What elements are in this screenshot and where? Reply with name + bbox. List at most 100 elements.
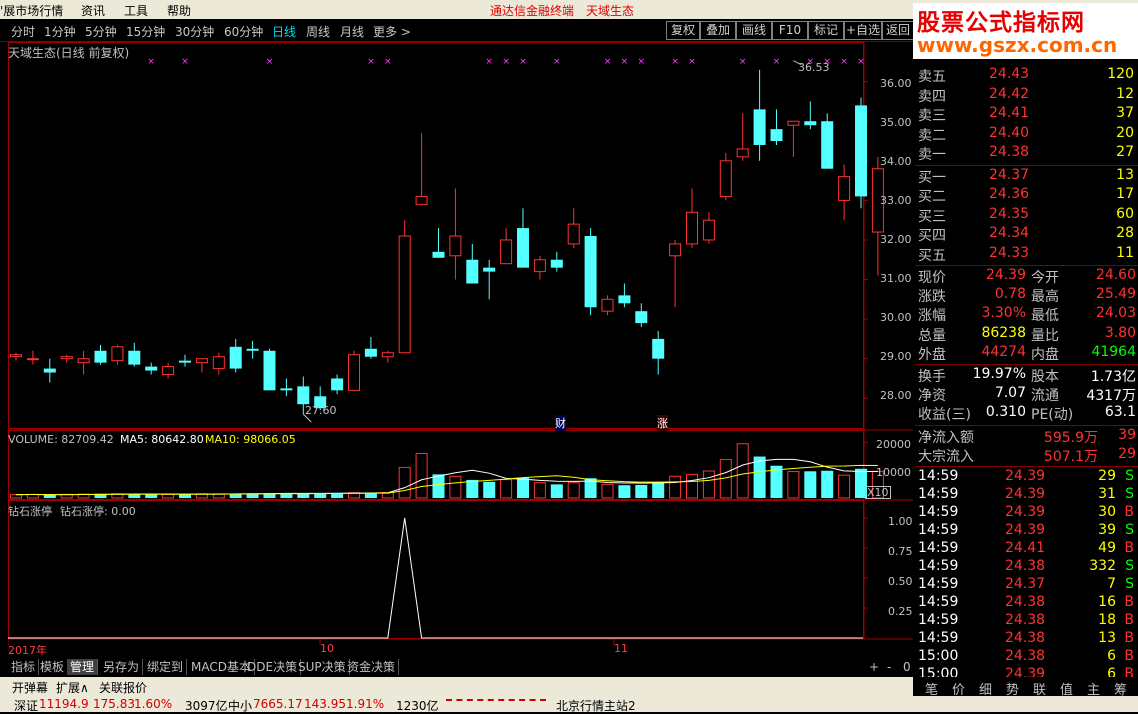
tick-price: 24.38 xyxy=(1005,629,1046,646)
overlay-button[interactable]: 叠加 xyxy=(700,21,736,40)
add-favorite-button[interactable]: +自选 xyxy=(844,21,882,40)
candle-body xyxy=(263,350,276,391)
stat-label: 股本 xyxy=(1031,369,1059,385)
stat-label: 换手 xyxy=(918,369,946,385)
menu-news[interactable]: 资讯 xyxy=(81,2,105,19)
tick-time: 15:00 xyxy=(918,647,959,664)
menu-tools[interactable]: 工具 xyxy=(124,2,148,19)
period-weekly[interactable]: 周线 xyxy=(306,23,330,40)
quote-row: 买三 24.35 60 xyxy=(915,206,1138,225)
period-daily[interactable]: 日线 xyxy=(272,23,296,40)
danmaku-button[interactable]: 开弹幕 xyxy=(12,679,48,696)
ask-level-label: 卖四 xyxy=(918,88,946,105)
candle-body xyxy=(415,195,428,205)
draw-line-button[interactable]: 画线 xyxy=(736,21,772,40)
related-quote-button[interactable]: 关联报价 xyxy=(99,679,147,696)
stat-value: 24.60 xyxy=(1095,267,1136,283)
ask-price: 24.42 xyxy=(989,85,1030,102)
period-30min[interactable]: 30分钟 xyxy=(175,23,214,40)
kline-chart[interactable]: × × × × × × × × × × × × × × × × × × × × xyxy=(8,42,913,657)
quote-tab-bar: 笔 价 细 势 联 值 主 筹 xyxy=(913,677,1138,698)
quote-divider xyxy=(915,465,1138,467)
tick-price: 24.39 xyxy=(1005,467,1046,484)
period-5min[interactable]: 5分钟 xyxy=(85,23,117,40)
reset-button[interactable]: 0 xyxy=(900,659,914,675)
tick-time: 14:59 xyxy=(918,611,959,628)
tab-bind-to[interactable]: 绑定到 xyxy=(144,659,188,675)
menu-market[interactable]: '展市场行情 xyxy=(0,2,63,19)
tick-price: 24.39 xyxy=(1005,503,1046,520)
stat-value: 24.03 xyxy=(1095,305,1136,322)
ask-level-label: 卖一 xyxy=(918,147,946,163)
quote-divider xyxy=(915,424,1138,426)
tab-save-as[interactable]: 另存为 xyxy=(100,659,144,675)
ma10-label: MA10: 98066.05 xyxy=(205,433,296,446)
candle-body xyxy=(669,243,682,257)
tab-sup[interactable]: SUP决策 xyxy=(295,659,350,675)
bid-volume: 28 xyxy=(1116,225,1134,241)
menu-help[interactable]: 帮助 xyxy=(167,2,191,19)
quote-row: 卖二 24.40 20 xyxy=(915,125,1138,144)
period-monthly[interactable]: 月线 xyxy=(340,23,364,40)
volume-bar xyxy=(838,474,851,499)
flow-value: 595.9万 xyxy=(1043,429,1098,446)
tick-volume: 332 xyxy=(1089,557,1116,574)
signal-marker: × xyxy=(604,57,612,67)
candle-body xyxy=(533,259,546,273)
tick-volume: 13 xyxy=(1098,629,1116,646)
ask-volume: 27 xyxy=(1116,144,1134,160)
stat-label: 最低 xyxy=(1031,308,1059,325)
stat-value: 86238 xyxy=(981,324,1026,341)
flow-pct: 29 xyxy=(1118,445,1136,462)
volume-bar xyxy=(415,452,428,499)
tab-dde[interactable]: DDE决策 xyxy=(244,659,302,675)
signal-marker: × xyxy=(502,57,510,67)
ma5-label: MA5: 80642.80 xyxy=(120,433,204,446)
volume-bar xyxy=(466,479,479,498)
quote-row: 14:59 24.39 31 S xyxy=(915,486,1138,504)
sz-index-value: 11194.9 xyxy=(39,697,89,711)
tab-indicator[interactable]: 指标 xyxy=(8,659,40,675)
price-panel-frame xyxy=(8,42,864,429)
server-status[interactable]: 北京行情主站2 xyxy=(556,697,636,714)
price-tick: 28.00 xyxy=(880,389,912,402)
tab-capital[interactable]: 资金决策 xyxy=(344,659,400,675)
zoom-in-button[interactable]: + xyxy=(866,659,882,675)
chart-area[interactable]: × × × × × × × × × × × × × × × × × × × × 天域生态(日线 前复权) VOLUME… xyxy=(8,42,913,657)
stat-value: 24.39 xyxy=(985,267,1026,283)
quote-row: 14:59 24.38 13 B xyxy=(915,630,1138,648)
period-15min[interactable]: 15分钟 xyxy=(126,23,165,40)
tick-price: 24.39 xyxy=(1005,521,1046,538)
restore-rights-button[interactable]: 复权 xyxy=(666,21,700,40)
bid-price: 24.34 xyxy=(989,225,1030,241)
volume-unit-badge[interactable]: X10 xyxy=(865,486,891,499)
period-60min[interactable]: 60分钟 xyxy=(224,23,263,40)
volume-bar xyxy=(787,471,800,499)
price-tick: 36.00 xyxy=(880,77,912,90)
quote-row: 总量 86238 量比 3.80 xyxy=(915,325,1138,344)
tab-manage[interactable]: 管理 xyxy=(67,659,99,675)
bid-level-label: 买四 xyxy=(918,228,946,244)
quote-row: 14:59 24.39 29 S xyxy=(915,468,1138,486)
period-1min[interactable]: 1分钟 xyxy=(44,23,76,40)
candle-body xyxy=(432,251,445,258)
limit-up-event-label[interactable]: 涨 xyxy=(657,415,668,431)
finance-event-label[interactable]: 财 xyxy=(555,415,566,431)
stat-label: 净资 xyxy=(918,388,946,405)
back-button[interactable]: 返回 xyxy=(882,21,914,40)
tick-volume: 6 xyxy=(1107,647,1116,664)
tick-side: B xyxy=(1124,539,1134,556)
period-more[interactable]: 更多 > xyxy=(373,23,411,40)
quote-row: 涨幅 3.30% 最低 24.03 xyxy=(915,305,1138,324)
tick-side: B xyxy=(1124,593,1134,610)
expand-button[interactable]: 扩展∧ xyxy=(56,679,89,696)
f10-button[interactable]: F10 xyxy=(772,21,808,40)
mark-button[interactable]: 标记 xyxy=(808,21,844,40)
tab-template[interactable]: 模板 xyxy=(37,659,69,675)
ask-price: 24.38 xyxy=(989,144,1030,160)
candle-body xyxy=(635,311,648,324)
stat-value: 25.49 xyxy=(1095,286,1136,303)
zoom-out-button[interactable]: - xyxy=(884,659,894,675)
candle-body xyxy=(601,298,614,312)
period-timeshare[interactable]: 分时 xyxy=(11,23,35,40)
